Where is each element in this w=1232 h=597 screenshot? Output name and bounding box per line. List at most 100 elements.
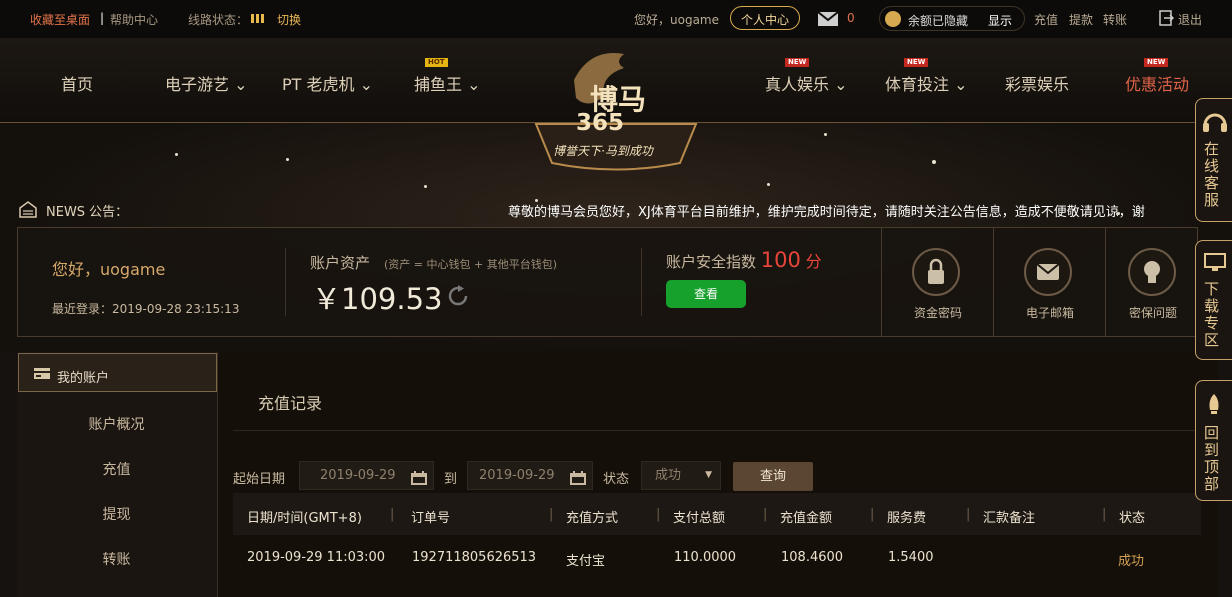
col-separator: |: [1102, 507, 1107, 522]
download-label: 下载专区: [1204, 280, 1220, 349]
sidebar-item-deposit[interactable]: 充值: [17, 459, 216, 479]
transfer-link[interactable]: 转账: [1103, 11, 1127, 28]
line-status-label: 线路状态：: [188, 13, 249, 27]
online-service-button[interactable]: 在线客服: [1195, 98, 1232, 222]
col-datetime: 日期/时间(GMT+8): [247, 511, 362, 526]
star: [824, 133, 827, 136]
view-security-button[interactable]: 查看: [666, 280, 746, 308]
nav-live[interactable]: 真人娱乐 ⌄: [765, 71, 848, 95]
start-date-input[interactable]: 2019-09-29: [299, 461, 434, 490]
account-summary: 您好，uogame 最近登录：2019-09-28 23:15:13 账户资产 …: [17, 227, 1198, 337]
table-row: 2019-09-29 11:03:00 192711805626513 支付宝 …: [233, 535, 1201, 577]
sidebar-item-transfer[interactable]: 转账: [17, 549, 216, 569]
col-method: 充值方式: [566, 511, 619, 526]
security-score: 100: [760, 248, 801, 272]
logo-number: 365: [576, 110, 625, 136]
chevron-down-icon: ⌄: [229, 75, 248, 94]
nav-pt-slots[interactable]: PT 老虎机 ⌄: [282, 71, 373, 95]
sidebar-title: 我的账户: [57, 371, 110, 386]
divider: [285, 248, 286, 316]
back-to-top-button[interactable]: 回到顶部: [1195, 380, 1232, 501]
calendar-icon[interactable]: [411, 468, 427, 495]
col-separator: |: [390, 507, 395, 522]
start-date-value: 2019-09-29: [320, 468, 396, 483]
col-separator: |: [870, 507, 875, 522]
divider: [233, 430, 1201, 431]
withdraw-link[interactable]: 提款: [1069, 11, 1093, 28]
email-label: 电子邮箱: [1025, 306, 1074, 320]
col-separator: |: [656, 507, 661, 522]
nav-promotions[interactable]: 优惠活动: [1125, 71, 1189, 95]
star: [424, 185, 427, 188]
add-to-desktop-link[interactable]: 收藏至桌面: [30, 11, 90, 28]
balance-pill: 余额已隐藏 显示: [879, 6, 1025, 31]
star: [932, 160, 936, 164]
status-select-value: 成功: [655, 468, 682, 483]
security-label: 账户安全指数: [666, 253, 757, 271]
to-label: 到: [444, 472, 458, 487]
calendar-icon[interactable]: [570, 468, 586, 495]
announcement-icon: [18, 200, 38, 222]
news-label: NEWS 公告：: [46, 205, 129, 220]
monitor-icon: [1204, 253, 1226, 277]
star: [286, 158, 289, 161]
user-greeting: 您好，uogame: [634, 13, 719, 27]
nav-fishing[interactable]: 捕鱼王 ⌄: [414, 71, 481, 95]
assets-label: 账户资产: [310, 254, 371, 272]
mail-icon[interactable]: [817, 11, 839, 30]
lightbulb-icon: [1128, 248, 1176, 296]
new-badge: NEW: [785, 58, 810, 67]
nav-home[interactable]: 首页: [61, 71, 93, 95]
cell-datetime: 2019-09-29 11:03:00: [247, 550, 386, 565]
nav-lottery[interactable]: 彩票娱乐: [1005, 71, 1069, 95]
account-greeting: 您好，uogame: [52, 260, 166, 279]
sidebar-item-overview[interactable]: 账户概况: [17, 414, 216, 434]
dropdown-arrow-icon: ▼: [705, 470, 712, 480]
sidebar-header[interactable]: 我的账户: [18, 353, 217, 392]
chevron-down-icon: ⌄: [354, 75, 374, 94]
chevron-down-icon: ⌄: [949, 75, 968, 94]
logout-icon[interactable]: [1159, 10, 1175, 29]
help-center-link[interactable]: 帮助中心: [110, 11, 158, 28]
show-balance-button[interactable]: 显示: [988, 12, 1012, 29]
last-login: 最近登录：2019-09-28 23:15:13: [52, 302, 240, 316]
cell-fee: 1.5400: [888, 550, 934, 565]
security-question-tile[interactable]: 密保问题: [1105, 228, 1199, 336]
col-total: 支付总额: [673, 511, 726, 526]
assets-value: ￥109.53: [312, 282, 443, 316]
balance-hidden-text: 余额已隐藏: [908, 14, 969, 28]
col-remark: 汇款备注: [983, 511, 1036, 526]
cell-order-no: 192711805626513: [412, 550, 537, 565]
top-bar: 收藏至桌面 | 帮助中心 线路状态： 切换 您好，uogame 个人中心 0 余…: [0, 0, 1232, 38]
card-icon: [34, 368, 50, 383]
back-to-top-label: 回到顶部: [1204, 424, 1220, 493]
email-tile[interactable]: 电子邮箱: [993, 228, 1105, 336]
end-date-input[interactable]: 2019-09-29: [467, 461, 593, 490]
switch-line-link[interactable]: 切换: [277, 11, 301, 28]
user-center-button[interactable]: 个人中心: [730, 6, 801, 30]
hot-badge: HOT: [425, 58, 448, 67]
news-ticker[interactable]: 尊敬的博马会员您好，XJ体育平台目前维护，维护完成时间待定，请随时关注公告信息，…: [508, 201, 1198, 220]
page-title: 充值记录: [258, 394, 323, 413]
nav-pt-label: PT 老虎机: [282, 75, 355, 94]
rocket-icon: [1205, 393, 1223, 419]
new-badge: NEW: [904, 58, 929, 67]
download-button[interactable]: 下载专区: [1195, 240, 1232, 360]
nav-sports[interactable]: 体育投注 ⌄: [885, 71, 968, 95]
security-unit: 分: [805, 252, 822, 271]
nav-egames[interactable]: 电子游艺 ⌄: [165, 71, 248, 95]
logout-link[interactable]: 退出: [1178, 11, 1202, 28]
query-button[interactable]: 查询: [733, 462, 813, 491]
cell-status: 成功: [1118, 554, 1145, 569]
news-text: 尊敬的博马会员您好，XJ体育平台目前维护，维护完成时间待定，请随时关注公告信息，…: [508, 205, 1145, 220]
sidebar-item-withdraw[interactable]: 提现: [17, 504, 216, 524]
site-logo[interactable]: 博马 365 博誉天下·马到成功: [528, 40, 704, 175]
status-select[interactable]: 成功 ▼: [641, 461, 721, 490]
col-separator: |: [763, 507, 768, 522]
start-date-label: 起始日期: [233, 472, 286, 487]
fund-password-tile[interactable]: 资金密码: [881, 228, 993, 336]
refresh-icon[interactable]: [446, 284, 470, 312]
deposit-link[interactable]: 充值: [1034, 11, 1058, 28]
col-separator: |: [549, 507, 554, 522]
status-label: 状态: [603, 472, 630, 487]
